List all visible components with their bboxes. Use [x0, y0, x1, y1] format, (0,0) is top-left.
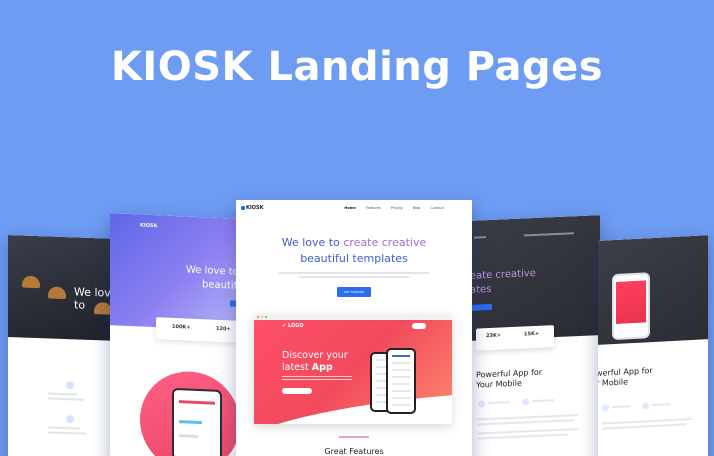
- feature-icon: [522, 398, 529, 406]
- feature-text-line: [48, 426, 80, 430]
- feature-text-line: [48, 431, 86, 435]
- section-title: Powerful App for Your Mobile: [476, 368, 542, 391]
- hero-title-line2: beautiful templates: [236, 252, 472, 265]
- hero-section: [598, 235, 708, 345]
- nav-item-blog[interactable]: Blog: [413, 206, 421, 210]
- mockup-title-line2: latest App: [282, 362, 333, 373]
- phone-screen: [616, 280, 646, 324]
- lamp-image: [48, 286, 66, 300]
- hero-title-line1: We love to cr: [186, 264, 240, 278]
- section-title-line2: Your Mobile: [476, 378, 522, 390]
- feature-text-line: [48, 392, 78, 396]
- app-card: [179, 434, 198, 439]
- template-preview-far-right[interactable]: werful App for r Mobile: [598, 235, 708, 456]
- mockup-title-text: latest: [282, 362, 312, 373]
- hero-title-line2: ates: [470, 283, 492, 296]
- lamp-image: [22, 275, 40, 289]
- hero-title-highlight: create creative: [343, 236, 427, 249]
- paragraph-line: [602, 423, 686, 430]
- feature-icon: [66, 415, 74, 424]
- feature-icon: [478, 400, 485, 408]
- hero-title-text: We love to: [281, 236, 344, 249]
- feature-text-line: [612, 405, 630, 409]
- mockup-description: [282, 376, 352, 382]
- feature-icon: [642, 402, 649, 410]
- stat-value: 100K+: [172, 323, 191, 331]
- nav-bar: [474, 232, 574, 239]
- template-preview-right[interactable]: reate creative ates 23K+ 15K+ Powerful A…: [470, 215, 600, 456]
- mockup-nav-button: [412, 323, 426, 329]
- hero-section: We love to: [8, 235, 120, 341]
- decorative-wave: [254, 393, 452, 424]
- get-started-button[interactable]: GET STARTED: [336, 287, 372, 297]
- hero-title-line1: reate creative: [470, 267, 536, 283]
- stats-box: 23K+ 15K+: [476, 325, 554, 351]
- mockup-cta-button: [282, 388, 312, 394]
- template-preview-left[interactable]: KIOSK We love to cr beautiful 100K+ 120+: [110, 213, 240, 456]
- phone-mockup: [386, 348, 416, 414]
- template-preview-far-left[interactable]: We love to: [8, 235, 120, 456]
- phone-mockup: [172, 387, 222, 456]
- section-title: werful App for r Mobile: [598, 366, 653, 389]
- nav-item-features[interactable]: Features: [366, 206, 381, 210]
- feature-text-line: [532, 399, 554, 403]
- feature-text-line: [48, 397, 84, 401]
- section-eyebrow: [236, 436, 472, 438]
- feature-icon: [602, 404, 609, 412]
- stat-value: 15K+: [524, 330, 540, 338]
- feature-icon: [66, 381, 74, 390]
- browser-bar: [254, 314, 452, 320]
- nav-item-contact[interactable]: Contact: [430, 206, 444, 210]
- stats-box: 100K+ 120+: [156, 317, 240, 343]
- mockup-title-bold: App: [311, 362, 333, 373]
- hero-section: reate creative ates: [470, 215, 600, 341]
- phone-mockup: [612, 272, 650, 341]
- feature-text-line: [652, 403, 670, 407]
- stat-value: 120+: [216, 325, 231, 333]
- mockup-title-line1: Discover your: [282, 350, 348, 361]
- nav-item-home[interactable]: Home: [344, 206, 355, 210]
- hero-cta-button[interactable]: [470, 303, 492, 311]
- nav-bar: KIOSK Home Features Pricing Blog Contact: [236, 200, 472, 216]
- mockup-logo: LOGO: [282, 323, 304, 329]
- app-header-bar: [179, 400, 215, 405]
- paragraph-line: [478, 433, 568, 440]
- brand-logo[interactable]: KIOSK: [241, 205, 263, 211]
- app-card: [179, 420, 202, 425]
- template-preview-center[interactable]: KIOSK Home Features Pricing Blog Contact…: [236, 200, 472, 456]
- brand-logo: KIOSK: [140, 222, 158, 230]
- app-landing-mockup: LOGO ··························· Discove…: [254, 314, 452, 424]
- hero-title-text: beautiful templates: [300, 252, 408, 265]
- nav-item-pricing[interactable]: Pricing: [391, 206, 403, 210]
- hero-title-line1: We love to create creative: [236, 236, 472, 249]
- hero-description: [236, 272, 472, 278]
- page-headline: KIOSK Landing Pages: [110, 44, 604, 90]
- paragraph-line: [478, 419, 574, 426]
- nav-menu: Home Features Pricing Blog Contact: [344, 206, 444, 210]
- stat-value: 23K+: [486, 332, 502, 340]
- hero-section: KIOSK We love to cr beautiful: [110, 213, 240, 331]
- section-title-line2: r Mobile: [598, 377, 629, 388]
- feature-text-line: [488, 401, 510, 405]
- hero-section: We love to create creative beautiful tem…: [236, 216, 472, 297]
- section-title: Great Features: [324, 447, 384, 456]
- hero-title-line2: beautiful: [202, 279, 240, 293]
